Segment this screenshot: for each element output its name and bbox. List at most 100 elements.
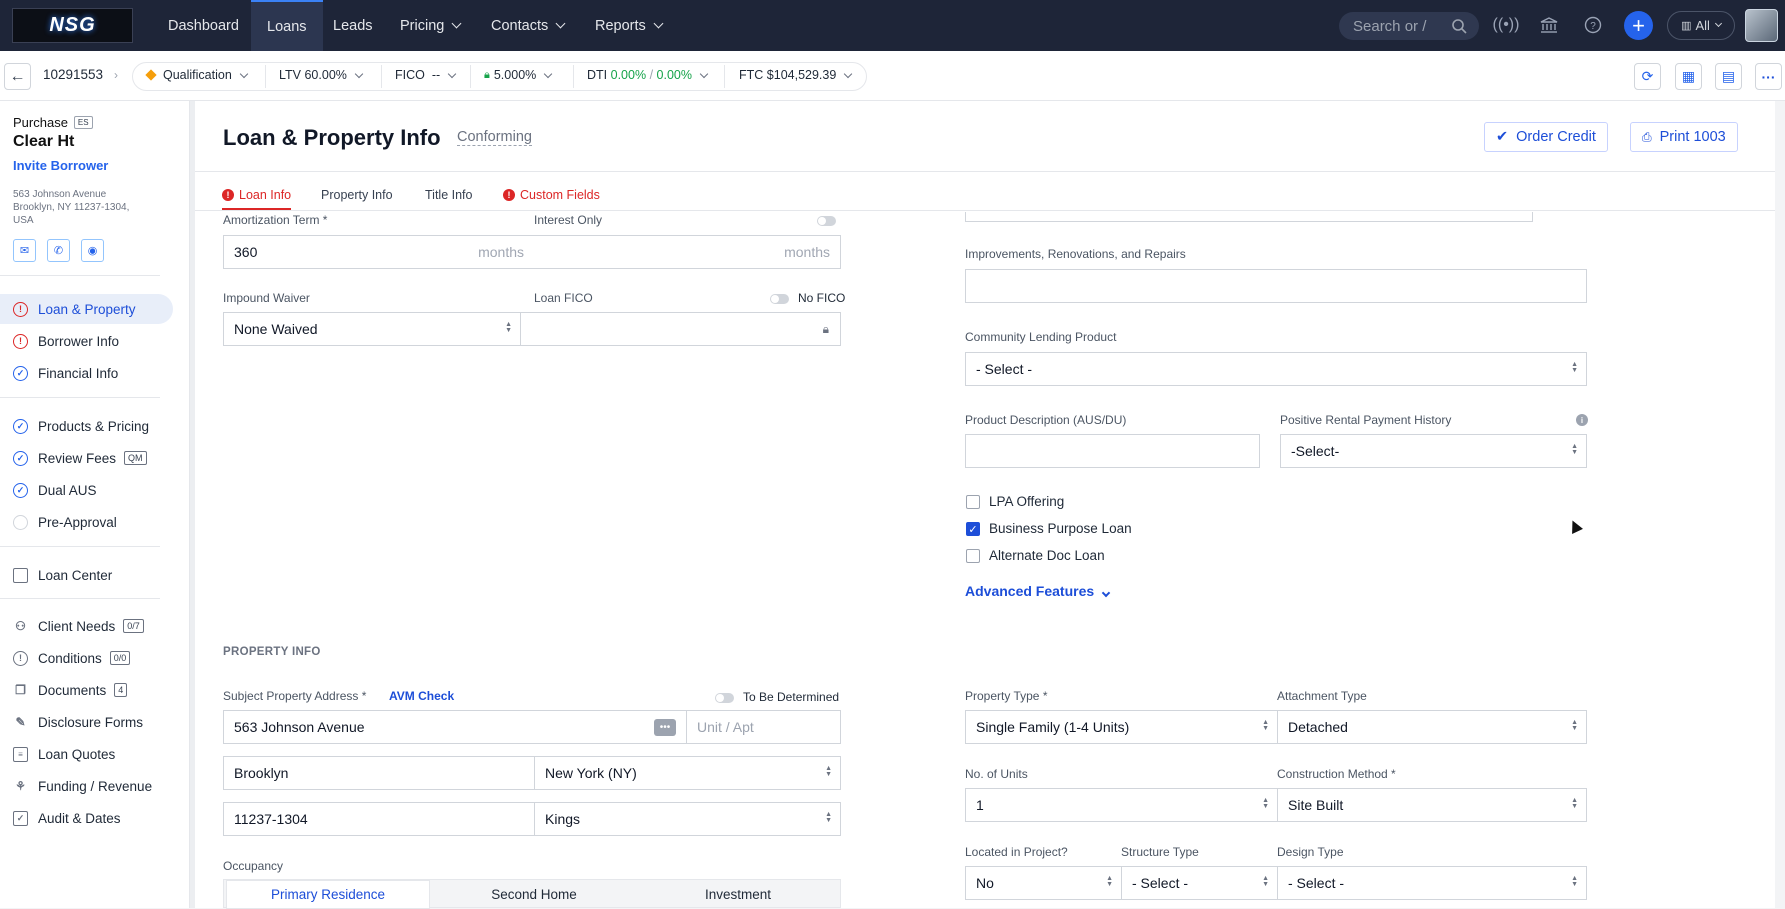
avm-check-link[interactable]: AVM Check <box>389 689 454 703</box>
nav-leads[interactable]: Leads <box>333 0 373 51</box>
advanced-features-toggle[interactable]: Advanced Features <box>965 583 1111 599</box>
tab-property-info[interactable]: Property Info <box>321 188 393 208</box>
global-search-input[interactable]: Search or / <box>1339 12 1479 40</box>
construction-method-select[interactable]: Site Built ▲ ▼ <box>1277 788 1587 822</box>
product-description-input[interactable] <box>965 434 1260 468</box>
sidebar-item-loan-center[interactable]: Loan Center <box>0 560 173 590</box>
lock-icon: 🔒︎ <box>822 321 829 336</box>
sidebar-item-products-pricing[interactable]: ✓ Products & Pricing <box>0 411 173 441</box>
property-type-select[interactable]: Single Family (1-4 Units) ▲ ▼ <box>965 710 1278 744</box>
more-options-button[interactable]: ··· <box>1755 63 1782 90</box>
occupancy-investment[interactable]: Investment <box>636 880 840 909</box>
nav-dashboard[interactable]: Dashboard <box>168 0 239 51</box>
print-1003-button[interactable]: ⎙ Print 1003 <box>1630 122 1738 152</box>
tab-loan-info[interactable]: ! Loan Info <box>222 188 292 210</box>
sidebar-item-funding-revenue[interactable]: ⚘ Funding / Revenue <box>0 771 173 801</box>
broadcast-icon[interactable]: ((•)) <box>1493 14 1520 36</box>
loan-number: 10291553 <box>43 67 104 82</box>
impound-waiver-select[interactable]: None Waived ▲ ▼ <box>223 312 521 346</box>
attachment-type-select[interactable]: Detached ▲ ▼ <box>1277 710 1587 744</box>
status-dropdown[interactable]: Qualification <box>145 68 249 82</box>
loan-type-label[interactable]: Conforming <box>457 129 532 146</box>
sidebar-item-loan-property[interactable]: ! Loan & Property <box>0 294 173 324</box>
check-icon: ✔ <box>1496 129 1509 145</box>
nav-loans[interactable]: Loans <box>251 0 323 51</box>
order-credit-button[interactable]: ✔ Order Credit <box>1484 122 1608 152</box>
messages-button[interactable]: ▤ <box>1715 63 1742 90</box>
occupancy-second-home[interactable]: Second Home <box>432 880 636 909</box>
select-arrows-icon: ▲ ▼ <box>1571 875 1578 888</box>
county-select[interactable]: Kings ▲ ▼ <box>534 802 841 836</box>
ltv-dropdown[interactable]: LTV 60.00% <box>279 68 364 82</box>
lpa-offering-label: LPA Offering <box>989 494 1065 509</box>
sidebar-item-documents[interactable]: ❐ Documents 4 <box>0 675 173 705</box>
units-select[interactable]: 1 ▲ ▼ <box>965 788 1278 822</box>
sidebar-item-disclosure-forms[interactable]: ✎ Disclosure Forms <box>0 707 173 737</box>
sidebar-item-financial-info[interactable]: ✓ Financial Info <box>0 358 173 388</box>
app-logo[interactable]: NSG <box>12 8 133 43</box>
interest-only-label: Interest Only <box>534 213 603 227</box>
user-avatar[interactable] <box>1745 9 1778 42</box>
sidebar-item-loan-quotes[interactable]: ≡ Loan Quotes <box>0 739 173 769</box>
located-in-project-select[interactable]: No ▲ ▼ <box>965 866 1122 900</box>
building-icon: ▥ <box>1681 20 1692 32</box>
tab-custom-fields[interactable]: ! Custom Fields <box>503 188 600 208</box>
refresh-button[interactable]: ⟳ <box>1634 63 1661 90</box>
interest-only-toggle[interactable] <box>817 216 836 226</box>
back-button[interactable]: ← <box>4 63 31 90</box>
alternate-doc-checkbox[interactable] <box>966 549 980 563</box>
sidebar-item-review-fees[interactable]: ✓ Review Fees QM <box>0 443 173 473</box>
street-address-input[interactable]: 563 Johnson Avenue ••• <box>223 710 687 744</box>
improvements-input[interactable] <box>965 269 1587 303</box>
city-input[interactable]: Brooklyn <box>223 756 535 790</box>
email-icon: ✉ <box>19 245 30 257</box>
zip-input[interactable]: 11237-1304 <box>223 802 535 836</box>
structure-type-select[interactable]: - Select - ▲ ▼ <box>1121 866 1278 900</box>
design-type-select[interactable]: - Select - ▲ ▼ <box>1277 866 1587 900</box>
sidebar-item-conditions[interactable]: ! Conditions 0/0 <box>0 643 173 673</box>
nav-pricing[interactable]: Pricing <box>400 0 462 51</box>
rate-dropdown[interactable]: 🔒︎ 5.000% <box>484 68 553 82</box>
help-icon[interactable]: ? <box>1582 14 1604 36</box>
property-info-heading: PROPERTY INFO <box>223 646 321 658</box>
tab-title-info[interactable]: Title Info <box>425 188 472 208</box>
org-filter-dropdown[interactable]: ▥ All <box>1667 11 1735 40</box>
bank-icon[interactable] <box>1538 14 1560 36</box>
nav-contacts[interactable]: Contacts <box>491 0 566 51</box>
sidebar-item-pre-approval[interactable]: Pre-Approval <box>0 507 173 537</box>
add-new-button[interactable]: + <box>1624 11 1653 40</box>
layout-icon <box>13 567 28 583</box>
invite-borrower-link[interactable]: Invite Borrower <box>13 158 108 173</box>
no-fico-toggle[interactable] <box>770 294 789 304</box>
count-badge: 0/7 <box>123 619 144 633</box>
unit-apt-input[interactable]: Unit / Apt <box>686 710 841 744</box>
sidebar-item-borrower-info[interactable]: ! Borrower Info <box>0 326 173 356</box>
calendar-button[interactable]: ▦ <box>1675 63 1702 90</box>
sidebar-item-audit-dates[interactable]: ✓ Audit & Dates <box>0 803 173 833</box>
improvements-label: Improvements, Renovations, and Repairs <box>965 247 1186 261</box>
phone-button[interactable]: ✆ <box>47 239 70 262</box>
sidebar-item-client-needs[interactable]: ⚇ Client Needs 0/7 <box>0 611 173 641</box>
loan-fico-input[interactable]: 🔒︎ <box>521 312 841 346</box>
community-lending-select[interactable]: - Select - ▲ ▼ <box>965 352 1587 386</box>
fico-dropdown[interactable]: FICO -- <box>395 68 457 82</box>
occupancy-primary-residence[interactable]: Primary Residence <box>226 880 430 909</box>
business-purpose-checkbox[interactable]: ✓ <box>966 522 980 536</box>
info-icon[interactable]: i <box>1576 414 1588 426</box>
rental-history-select[interactable]: -Select- ▲ ▼ <box>1280 434 1587 468</box>
chat-button[interactable]: ◉ <box>81 239 104 262</box>
amortization-term-input[interactable]: 360 months <box>223 235 535 269</box>
sidebar-item-dual-aus[interactable]: ✓ Dual AUS <box>0 475 173 505</box>
email-button[interactable]: ✉ <box>13 239 36 262</box>
interest-only-input[interactable]: months <box>534 235 841 269</box>
tbd-toggle[interactable] <box>715 693 734 703</box>
ftc-dropdown[interactable]: FTC $104,529.39 <box>739 68 853 82</box>
check-icon: ✓ <box>13 482 28 498</box>
address-lookup-icon[interactable]: ••• <box>654 719 676 736</box>
nav-reports[interactable]: Reports <box>595 0 664 51</box>
lpa-offering-checkbox[interactable] <box>966 495 980 509</box>
dti-dropdown[interactable]: DTI 0.00% / 0.00% <box>587 68 709 82</box>
divider <box>573 65 574 88</box>
phone-icon: ✆ <box>53 245 64 257</box>
state-select[interactable]: New York (NY) ▲ ▼ <box>534 756 841 790</box>
